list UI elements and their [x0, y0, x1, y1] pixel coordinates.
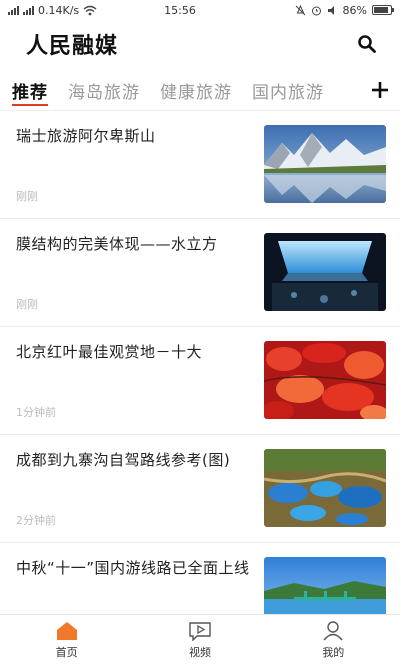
- news-text: 中秋“十一”国内游线路已全面上线: [16, 557, 264, 614]
- news-title: 北京红叶最佳观赏地－十大: [16, 343, 203, 361]
- nav-profile[interactable]: 我的: [267, 615, 400, 666]
- battery-percent: 86%: [342, 3, 367, 17]
- news-time: 1分钟前: [16, 406, 56, 419]
- news-thumbnail-mountain-lake: [264, 125, 386, 203]
- category-tabs: 推荐 海岛旅游 健康旅游 国内旅游: [0, 70, 400, 110]
- network-speed: 0.14K/s: [38, 3, 80, 17]
- signal-icon-2: [23, 5, 34, 15]
- news-thumbnail-lake-bridge: [264, 557, 386, 614]
- add-tab-button[interactable]: [360, 70, 400, 110]
- alarm-icon: [311, 6, 321, 15]
- profile-icon: [323, 621, 343, 641]
- news-list: 瑞士旅游阿尔卑斯山 刚刚 膜结构的完美体现——水立方 刚刚 北京红叶最佳观赏地－…: [0, 111, 400, 614]
- news-item[interactable]: 瑞士旅游阿尔卑斯山 刚刚: [0, 111, 400, 219]
- wifi-icon: [83, 5, 97, 15]
- news-title: 瑞士旅游阿尔卑斯山: [16, 127, 156, 145]
- battery-fill: [374, 7, 388, 13]
- news-text: 瑞士旅游阿尔卑斯山 刚刚: [16, 125, 264, 218]
- news-title: 膜结构的完美体现——水立方: [16, 235, 218, 253]
- tab-domestic-travel[interactable]: 国内旅游: [252, 70, 324, 110]
- news-text: 北京红叶最佳观赏地－十大 1分钟前: [16, 341, 264, 434]
- battery-icon: [372, 5, 394, 15]
- news-text: 成都到九寨沟自驾路线参考(图) 2分钟前: [16, 449, 264, 542]
- news-title: 中秋“十一”国内游线路已全面上线: [16, 559, 250, 577]
- app-title: 人民融媒: [26, 34, 119, 59]
- status-right: 86%: [232, 3, 394, 17]
- tab-scroll: 推荐 海岛旅游 健康旅游 国内旅游: [0, 70, 360, 110]
- nav-video[interactable]: 视频: [133, 615, 266, 666]
- nav-label: 我的: [322, 646, 345, 659]
- nav-home[interactable]: 首页: [0, 615, 133, 666]
- tab-recommend[interactable]: 推荐: [12, 70, 48, 110]
- news-item[interactable]: 膜结构的完美体现——水立方 刚刚: [0, 219, 400, 327]
- news-thumbnail-water-cube: [264, 233, 386, 311]
- header: 人民融媒: [0, 22, 400, 66]
- news-time: 刚刚: [16, 190, 38, 203]
- plus-icon: [372, 82, 388, 98]
- bottom-nav: 首页 视频 我的: [0, 614, 400, 666]
- search-icon: [358, 35, 376, 53]
- news-item[interactable]: 北京红叶最佳观赏地－十大 1分钟前: [0, 327, 400, 435]
- news-item[interactable]: 中秋“十一”国内游线路已全面上线: [0, 543, 400, 614]
- news-title: 成都到九寨沟自驾路线参考(图): [16, 451, 231, 469]
- news-thumbnail-jiuzhaigou: [264, 449, 386, 527]
- sound-off-icon: [327, 5, 334, 15]
- nav-label: 首页: [55, 646, 78, 659]
- signal-icon: [8, 5, 19, 15]
- tab-health-travel[interactable]: 健康旅游: [160, 70, 232, 110]
- news-thumbnail-red-leaves: [264, 341, 386, 419]
- search-button[interactable]: [352, 29, 382, 59]
- news-time: 刚刚: [16, 298, 38, 311]
- mute-icon: [295, 4, 305, 15]
- status-bar: 0.14K/s 15:56 86%: [0, 0, 400, 20]
- tab-island-travel[interactable]: 海岛旅游: [68, 70, 140, 110]
- home-icon: [56, 622, 77, 640]
- nav-label: 视频: [188, 646, 211, 659]
- news-time: 2分钟前: [16, 514, 56, 527]
- video-icon: [189, 622, 211, 641]
- news-text: 膜结构的完美体现——水立方 刚刚: [16, 233, 264, 326]
- news-item[interactable]: 成都到九寨沟自驾路线参考(图) 2分钟前: [0, 435, 400, 543]
- status-time: 15:56: [164, 3, 196, 17]
